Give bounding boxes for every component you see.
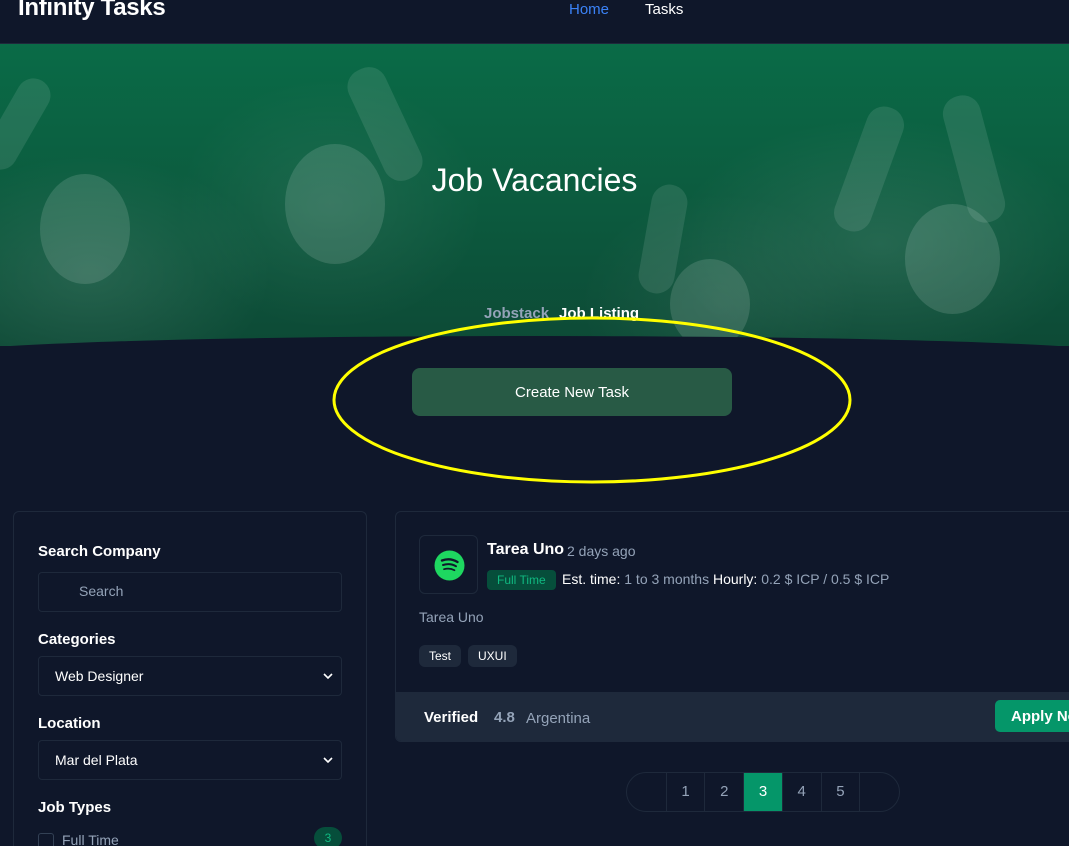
job-posted-time: 2 days ago (567, 543, 636, 559)
full-time-checkbox[interactable] (38, 833, 54, 846)
pagination-page-3-active[interactable]: 3 (744, 773, 783, 811)
chevron-down-icon (323, 673, 333, 680)
page-title: Job Vacancies (431, 162, 638, 198)
full-time-count-badge: 3 (314, 827, 342, 846)
search-input[interactable] (79, 583, 319, 599)
hero-banner: Job Vacancies Jobstack Job Listing (0, 44, 1069, 346)
full-time-checkbox-label[interactable]: Full Time (62, 832, 119, 846)
apply-now-button[interactable]: Apply Now (995, 700, 1069, 732)
location-select[interactable]: Mar del Plata (38, 740, 342, 780)
job-country: Argentina (526, 710, 591, 727)
verified-label: Verified (424, 709, 479, 726)
breadcrumb-item-jobstack[interactable]: Jobstack (484, 305, 549, 322)
company-logo (419, 535, 478, 594)
pagination-page-2[interactable]: 2 (705, 773, 745, 811)
location-label: Location (38, 715, 101, 732)
job-card-footer: Verified 4.8 Argentina Apply Now (396, 692, 1069, 741)
job-description: Tarea Uno (419, 609, 484, 625)
nav-link-home[interactable]: Home (569, 1, 609, 18)
categories-label: Categories (38, 631, 116, 648)
top-navbar: Infinity Tasks Home Tasks (0, 0, 1069, 44)
search-company-label: Search Company (38, 543, 161, 560)
est-time-value: 1 to 3 months (624, 571, 710, 587)
job-meta: Est. time: 1 to 3 months Hourly: 0.2 $ I… (562, 571, 889, 587)
nav-link-tasks[interactable]: Tasks (645, 1, 683, 18)
categories-selected-value: Web Designer (55, 668, 144, 684)
rating-value: 4.8 (494, 709, 515, 726)
breadcrumb: Jobstack Job Listing (484, 305, 639, 322)
job-type-badge: Full Time (487, 570, 556, 590)
breadcrumb-item-job-listing: Job Listing (559, 305, 640, 322)
pagination-page-4[interactable]: 4 (783, 773, 822, 811)
filter-sidebar: Search Company Categories Web Designer L… (13, 511, 367, 846)
pagination: 1 2 3 4 5 (626, 772, 900, 812)
job-tag[interactable]: Test (419, 645, 462, 667)
hourly-label: Hourly: (712, 571, 758, 587)
pagination-prev-button[interactable] (627, 773, 667, 811)
pagination-page-1[interactable]: 1 (667, 773, 706, 811)
spotify-icon (434, 550, 465, 581)
chevron-down-icon (323, 757, 333, 764)
pagination-page-5[interactable]: 5 (822, 773, 861, 811)
hero-person-silhouette (670, 259, 750, 346)
est-time-label: Est. time: (562, 571, 621, 587)
search-company-box[interactable] (38, 572, 342, 612)
location-selected-value: Mar del Plata (55, 752, 138, 768)
job-types-label: Job Types (38, 799, 112, 816)
categories-select[interactable]: Web Designer (38, 656, 342, 696)
hourly-value: 0.2 $ ICP / 0.5 $ ICP (761, 571, 890, 587)
pagination-next-button[interactable] (860, 773, 899, 811)
brand-logo-text[interactable]: Infinity Tasks (18, 0, 166, 22)
job-title-link[interactable]: Tarea Uno (487, 541, 564, 559)
job-card[interactable]: Tarea Uno 2 days ago Full Time Est. time… (395, 511, 1069, 742)
create-new-task-button[interactable]: Create New Task (412, 368, 732, 416)
job-tag[interactable]: UXUI (468, 645, 517, 667)
